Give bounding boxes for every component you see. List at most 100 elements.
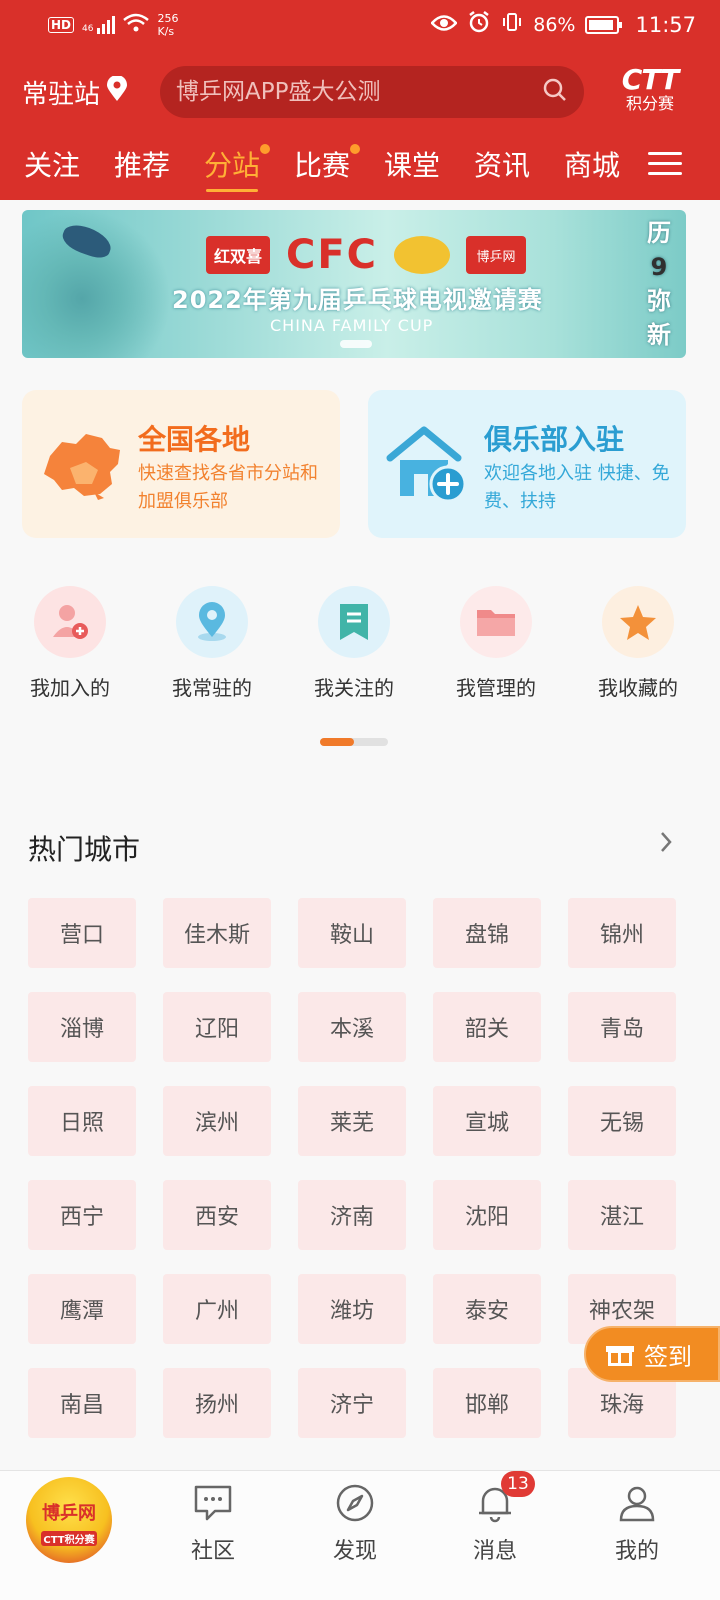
home-logo-sub: CTT积分赛 [41, 1531, 97, 1546]
nav-profile[interactable]: 我的 [582, 1479, 692, 1565]
quick-link-label: 我加入的 [30, 676, 110, 700]
city-chip[interactable]: 佳木斯 [163, 898, 271, 968]
card-title: 俱乐部入驻 [484, 423, 625, 456]
city-chip[interactable]: 扬州 [163, 1368, 271, 1438]
wifi-icon [123, 13, 150, 37]
city-chip[interactable]: 沈阳 [433, 1180, 541, 1250]
folder-icon [460, 586, 532, 658]
city-chip[interactable]: 日照 [28, 1086, 136, 1156]
city-chip[interactable]: 锦州 [568, 898, 676, 968]
banner-pager [340, 340, 372, 348]
city-chip[interactable]: 邯郸 [433, 1368, 541, 1438]
bottom-navigation: 博乒网 CTT积分赛 社区 发现 13 消息 我的 [0, 1470, 720, 1600]
network-type: HD [48, 17, 75, 33]
tab-dot [350, 144, 361, 154]
user-add-icon [34, 586, 106, 658]
sponsor-logo-hsb: 红双喜 [206, 236, 270, 274]
vibrate-icon [501, 11, 523, 38]
quick-link-favorites[interactable]: 我收藏的 [578, 580, 698, 701]
network-speed: 256 K/s [157, 12, 178, 38]
city-chip[interactable]: 辽阳 [163, 992, 271, 1062]
tab-label: 分站 [204, 149, 261, 182]
menu-icon[interactable] [648, 152, 682, 176]
banner-title: 2022年第九届乒乓球电视邀请赛 [172, 286, 543, 314]
side-char: 9 [650, 253, 668, 281]
nav-community[interactable]: 社区 [158, 1479, 268, 1565]
app-header: HD 46 256 K/s 86% 11:57 常驻站 博乒网APP盛大公测 C… [0, 0, 720, 200]
speed-unit: K/s [157, 25, 175, 38]
quick-links-pager [320, 738, 388, 746]
city-chip[interactable]: 淄博 [28, 992, 136, 1062]
nav-label: 发现 [332, 1539, 377, 1564]
city-chip[interactable]: 盘锦 [433, 898, 541, 968]
location-selector[interactable]: 常驻站 [22, 74, 128, 111]
city-chip[interactable]: 济南 [298, 1180, 406, 1250]
nav-label: 消息 [472, 1539, 517, 1564]
nationwide-card[interactable]: 全国各地 快速查找各省市分站和加盟俱乐部 [22, 390, 340, 538]
tab-bisai[interactable]: 比赛 [294, 144, 361, 184]
city-chip[interactable]: 潍坊 [298, 1274, 406, 1344]
city-chip[interactable]: 宣城 [433, 1086, 541, 1156]
signin-button[interactable]: 签到 [584, 1326, 720, 1382]
search-bar[interactable] [160, 66, 584, 118]
tab-guanzhu[interactable]: 关注 [24, 144, 80, 184]
city-chip[interactable]: 滨州 [163, 1086, 271, 1156]
tab-shangcheng[interactable]: 商城 [564, 144, 620, 184]
tab-zixun[interactable]: 资讯 [474, 144, 530, 184]
unread-badge: 13 [501, 1471, 535, 1497]
city-chip[interactable]: 鞍山 [298, 898, 406, 968]
quick-link-label: 我关注的 [314, 676, 394, 700]
category-tabs: 关注 推荐 分站 比赛 课堂 资讯 商城 [0, 140, 720, 192]
bell-icon: 13 [475, 1471, 535, 1523]
city-chip[interactable]: 青岛 [568, 992, 676, 1062]
bookmark-icon [318, 586, 390, 658]
tab-tuijian[interactable]: 推荐 [114, 144, 170, 184]
city-chip[interactable]: 韶关 [433, 992, 541, 1062]
city-chip[interactable]: 营口 [28, 898, 136, 968]
cellular-signal-icon: 46 [82, 16, 116, 34]
tab-fenzhan[interactable]: 分站 [204, 144, 271, 192]
star-icon [602, 586, 674, 658]
city-chip[interactable]: 南昌 [28, 1368, 136, 1438]
sponsor-logo-cfc: CFC [286, 232, 379, 278]
nav-messages[interactable]: 13 消息 [440, 1471, 550, 1565]
eye-icon [430, 13, 458, 37]
club-join-card[interactable]: 俱乐部入驻 欢迎各地入驻 快捷、免费、扶持 [368, 390, 686, 538]
china-map-icon [44, 434, 120, 500]
city-chip[interactable]: 无锡 [568, 1086, 676, 1156]
chevron-right-icon[interactable] [658, 830, 674, 861]
location-label: 常驻站 [22, 80, 101, 110]
promo-banner[interactable]: 红双喜 CFC 博乒网 2022年第九届乒乓球电视邀请赛 CHINA FAMIL… [22, 210, 686, 358]
sponsor-logo-bopingwang: 博乒网 [466, 236, 527, 274]
signal-label: 46 [82, 24, 94, 34]
city-chip[interactable]: 鹰潭 [28, 1274, 136, 1344]
city-chip[interactable]: 湛江 [568, 1180, 676, 1250]
city-chip[interactable]: 广州 [163, 1274, 271, 1344]
quick-link-joined[interactable]: 我加入的 [10, 580, 130, 701]
clock: 11:57 [635, 12, 696, 37]
user-icon [617, 1483, 657, 1523]
city-chip[interactable]: 西安 [163, 1180, 271, 1250]
city-chip[interactable]: 济宁 [298, 1368, 406, 1438]
home-logo-text: 博乒网 [42, 1503, 96, 1524]
quick-link-managed[interactable]: 我管理的 [436, 580, 556, 701]
city-chip[interactable]: 莱芜 [298, 1086, 406, 1156]
city-chip[interactable]: 西宁 [28, 1180, 136, 1250]
brand-big: CTT [621, 63, 679, 96]
nav-label: 我的 [614, 1539, 659, 1564]
card-description: 快速查找各省市分站和加盟俱乐部 [138, 463, 318, 512]
home-logo-button[interactable]: 博乒网 CTT积分赛 [26, 1477, 112, 1563]
signin-label: 签到 [644, 1342, 692, 1371]
tab-ketang[interactable]: 课堂 [384, 144, 440, 184]
search-icon[interactable] [542, 77, 568, 107]
city-chip[interactable]: 本溪 [298, 992, 406, 1062]
quick-link-following[interactable]: 我关注的 [294, 580, 414, 701]
quick-link-label: 我管理的 [456, 676, 536, 700]
quick-link-resident[interactable]: 我常驻的 [152, 580, 272, 701]
search-input[interactable] [176, 79, 542, 105]
nav-discover[interactable]: 发现 [300, 1479, 410, 1565]
city-chip[interactable]: 泰安 [433, 1274, 541, 1344]
sponsor-logo-tv [394, 236, 451, 274]
side-char: 新 [647, 321, 671, 349]
ctt-brand-logo[interactable]: CTT 积分赛 [614, 66, 686, 116]
